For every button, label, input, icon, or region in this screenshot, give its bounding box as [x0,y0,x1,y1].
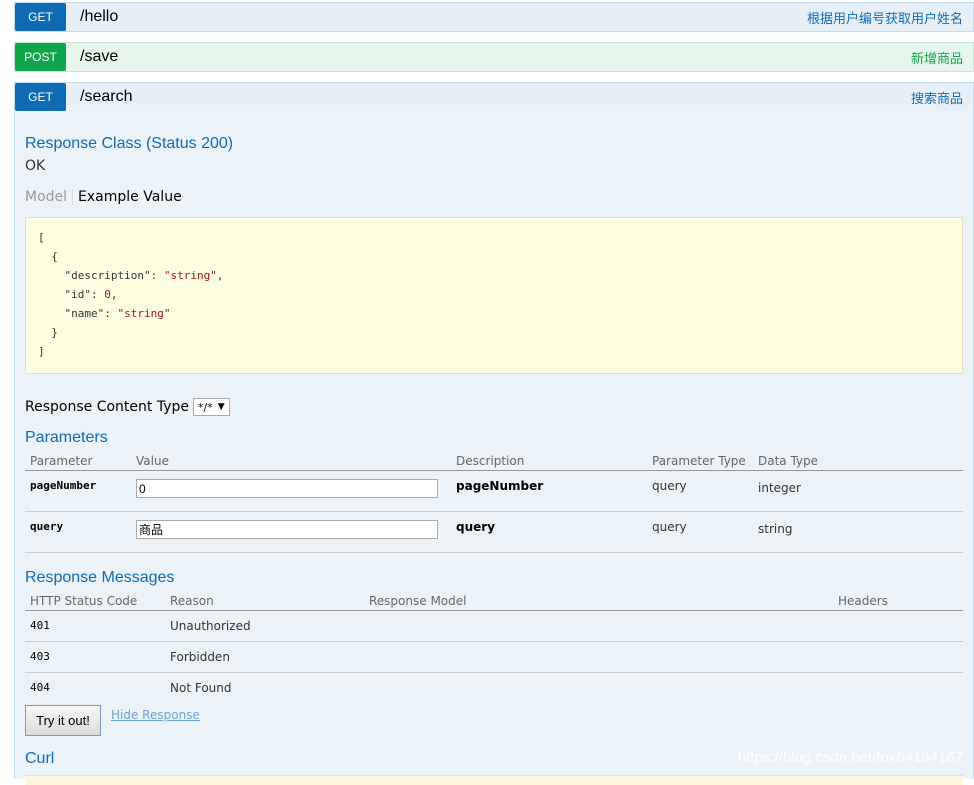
status-code: 403 [25,641,165,673]
chevron-down-icon: ▼ [217,402,225,412]
response-model [364,610,833,642]
operation-summary[interactable]: 搜索商品 [911,88,963,107]
response-messages-title: Response Messages [25,569,175,586]
col-header: HTTP Status Code [25,592,165,611]
method-badge[interactable]: GET [15,83,66,111]
reason: Not Found [170,681,232,695]
headers [833,610,963,642]
code-brace: } [51,326,58,339]
param-name: query [25,511,131,553]
table-row: 401 Unauthorized [25,610,963,642]
table-row: query query query string [25,511,963,553]
col-header: Reason [165,592,364,611]
parameters-table: Parameter Value Description Parameter Ty… [25,452,963,553]
watermark: https://blog.csdn.net/fox64194167 [737,749,963,766]
operation-content: Response Class (Status 200) OK Model Exa… [14,111,974,785]
parameters-title: Parameters [25,429,108,446]
example-value-code: [ { "description": "string", "id": 0, "n… [25,217,963,374]
operation-summary[interactable]: 根据用户编号获取用户姓名 [807,8,963,27]
param-name: pageNumber [25,470,131,512]
data-type: integer [753,470,963,512]
col-header: Value [131,452,451,471]
response-model [364,673,833,704]
curl-title: Curl [25,750,55,767]
param-type: query [647,470,753,512]
operation-save[interactable]: POST /save 新增商品 [14,42,974,72]
col-header: Headers [833,592,963,611]
response-status-text: OK [25,158,46,174]
method-badge[interactable]: GET [15,3,66,31]
param-description: pageNumber [451,470,647,512]
status-code: 404 [30,681,50,694]
col-header: Data Type [753,452,963,471]
pagenumber-input[interactable] [136,479,438,498]
table-row: pageNumber pageNumber query integer [25,470,963,512]
select-value: */* [197,400,213,414]
param-value-cell [131,511,451,553]
code-brace: { [51,250,58,263]
code-key: "name" [64,307,105,320]
code-comma: , [216,269,224,282]
response-model [364,641,833,673]
code-key: "id" [64,288,92,301]
operation-path[interactable]: /hello [80,8,118,26]
code-value: "string" [117,307,171,320]
code-value: "string" [163,269,217,282]
param-description: query [451,511,647,553]
operation-path[interactable]: /search [80,88,132,106]
code-value: 0 [104,288,111,301]
reason: Unauthorized [165,610,364,642]
col-header: Response Model [364,592,833,611]
operation-hello[interactable]: GET /hello 根据用户编号获取用户姓名 [14,2,974,32]
method-badge[interactable]: POST [15,43,66,71]
param-value-cell [131,470,451,512]
response-content-type-label: Response Content Type [25,399,189,415]
table-row: 404 Not Found [25,673,963,704]
operation-path[interactable]: /save [80,48,118,66]
response-content-type: Response Content Type */* ▼ [25,398,230,416]
content-type-select[interactable]: */* ▼ [192,398,230,416]
col-header: Description [451,452,647,471]
code-key: "description" [64,269,151,282]
code-bracket: [ [38,231,45,244]
query-input[interactable] [136,520,438,539]
status-code: 401 [25,610,165,642]
response-messages-table: HTTP Status Code Reason Response Model H… [25,592,963,704]
tab-model[interactable]: Model [25,189,74,205]
headers [833,673,963,704]
col-header: Parameter Type [647,452,753,471]
try-it-out-button[interactable]: Try it out! [25,705,101,736]
hide-response-link[interactable]: Hide Response [111,708,200,722]
data-type: string [753,511,963,553]
code-bracket: ] [38,345,45,358]
tab-example-value[interactable]: Example Value [73,189,182,205]
operation-summary[interactable]: 新增商品 [911,48,963,67]
operation-search[interactable]: GET /search 搜索商品 [14,82,974,112]
response-class-title: Response Class (Status 200) [25,135,234,152]
headers [833,641,963,673]
col-header: Parameter [25,452,131,471]
curl-box [25,775,963,785]
code-comma: , [110,288,118,301]
param-type: query [647,511,753,553]
model-tabs: Model Example Value [25,189,182,205]
reason: Forbidden [165,641,364,673]
table-row: 403 Forbidden [25,641,963,673]
